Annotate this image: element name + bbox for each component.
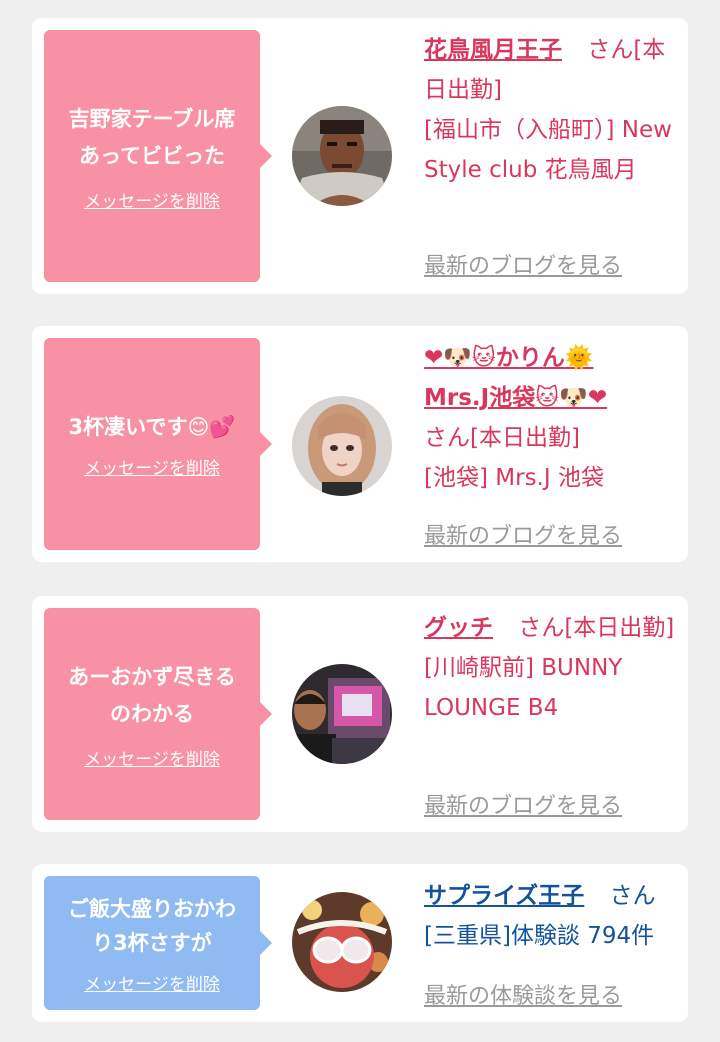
- honorific: さん: [518, 615, 565, 641]
- latest-blog-link[interactable]: 最新のブログを見る: [424, 248, 622, 280]
- message-text: 吉野家テーブル席 あってビビった: [68, 106, 236, 168]
- latest-blog-link[interactable]: 最新のブログを見る: [424, 788, 622, 820]
- user-info: 花鳥風月王子 さん[本日出勤] [福山市（入船町）] New Style clu…: [424, 30, 676, 190]
- name-emoji: 🌞: [564, 345, 594, 371]
- location: [三重県]: [424, 923, 511, 949]
- user-name-link[interactable]: 花鳥風月王子: [424, 37, 562, 63]
- honorific: さん: [609, 883, 656, 909]
- work-status: [本日出勤]: [564, 615, 675, 641]
- user-name-link[interactable]: サプライズ王子: [424, 883, 584, 909]
- honorific: さん: [587, 37, 634, 63]
- message-bubble: ご飯大盛りおかわ り3杯さすが メッセージを削除: [44, 876, 272, 1010]
- avatar-image: [292, 892, 392, 992]
- message-card: あーおかず尽きる のわかる メッセージを削除 グッチ さん[本日出勤] [川崎駅…: [32, 596, 688, 832]
- message-bubble: 3杯凄いです😊💕 メッセージを削除: [44, 338, 272, 550]
- user-name-link[interactable]: グッチ: [424, 615, 493, 641]
- name-emoji: 🐱🐶❤: [535, 385, 608, 411]
- user-info: ❤🐶🐱かりん🌞 Mrs.J池袋🐱🐶❤ さん[本日出勤] [池袋] Mrs.J 池袋: [424, 338, 676, 498]
- honorific: さん: [424, 425, 470, 451]
- work-status: [本日出勤]: [470, 425, 580, 451]
- message-text: ご飯大盛りおかわ り3杯さすが: [68, 896, 236, 955]
- location: [川崎駅前]: [424, 655, 534, 681]
- user-info: グッチ さん[本日出勤] [川崎駅前] BUNNY LOUNGE B4: [424, 608, 676, 728]
- delete-message-link[interactable]: メッセージを削除: [84, 970, 220, 995]
- delete-message-link[interactable]: メッセージを削除: [84, 745, 220, 770]
- avatar[interactable]: [292, 106, 392, 206]
- delete-message-link[interactable]: メッセージを削除: [84, 454, 220, 479]
- message-card: 3杯凄いです😊💕 メッセージを削除 ❤🐶🐱かりん🌞 Mrs.J池袋🐱🐶❤ さん[本…: [32, 326, 688, 562]
- message-emoji: 😊💕: [187, 415, 236, 439]
- user-info: サプライズ王子 さん [三重県]体験談 794件: [424, 876, 676, 956]
- message-bubble: 吉野家テーブル席 あってビビった メッセージを削除: [44, 30, 272, 282]
- message-text: 3杯凄いです😊💕: [68, 415, 236, 439]
- location: [池袋]: [424, 465, 488, 491]
- user-name-link[interactable]: ❤🐶🐱かりん🌞 Mrs.J池袋🐱🐶❤: [424, 345, 607, 411]
- message-card: 吉野家テーブル席 あってビビった メッセージを削除 花鳥風月王子 さん[本日出勤…: [32, 18, 688, 294]
- avatar[interactable]: [292, 396, 392, 496]
- latest-blog-link[interactable]: 最新のブログを見る: [424, 518, 622, 550]
- avatar-image: [292, 664, 392, 764]
- message-list: 吉野家テーブル席 あってビビった メッセージを削除 花鳥風月王子 さん[本日出勤…: [0, 0, 720, 1042]
- location: [福山市（入船町）]: [424, 117, 615, 143]
- avatar[interactable]: [292, 892, 392, 992]
- message-bubble: あーおかず尽きる のわかる メッセージを削除: [44, 608, 272, 820]
- message-card: ご飯大盛りおかわ り3杯さすが メッセージを削除 サプライズ王子 さん [三重県…: [32, 864, 688, 1022]
- avatar-image: [292, 106, 392, 206]
- message-text: あーおかず尽きる のわかる: [68, 664, 236, 726]
- avatar[interactable]: [292, 664, 392, 764]
- shop-name: Mrs.J 池袋: [495, 465, 604, 491]
- delete-message-link[interactable]: メッセージを削除: [84, 187, 220, 212]
- latest-review-link[interactable]: 最新の体験談を見る: [424, 978, 622, 1010]
- review-label: 体験談: [510, 923, 580, 949]
- avatar-image: [292, 396, 392, 496]
- review-count: 794件: [587, 923, 655, 949]
- name-emoji: ❤🐶🐱: [424, 345, 496, 371]
